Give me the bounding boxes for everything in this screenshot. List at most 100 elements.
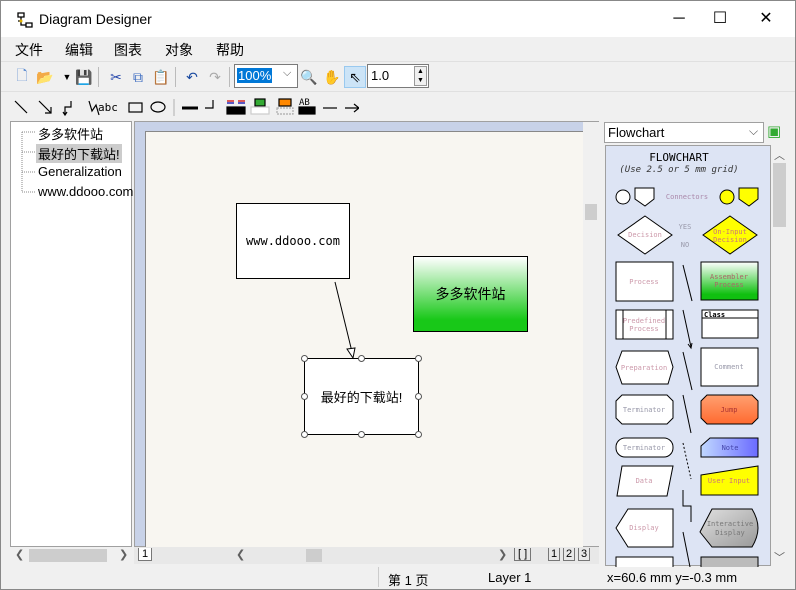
- line-tool-icon[interactable]: [14, 100, 28, 114]
- scroll-left-icon[interactable]: ❮: [15, 548, 24, 561]
- palette-label: Jump: [721, 406, 738, 414]
- minimize-button[interactable]: ─: [656, 1, 702, 37]
- palette-select[interactable]: Flowchart ⌵: [604, 122, 764, 143]
- palette-label: Display: [715, 529, 745, 537]
- new-icon[interactable]: 🗋: [11, 66, 33, 88]
- undo-icon[interactable]: ↶: [181, 66, 203, 88]
- connector-yellow-shape[interactable]: [719, 189, 735, 205]
- scrollbar-thumb[interactable]: [29, 549, 107, 562]
- scrollbar-thumb[interactable]: [585, 204, 597, 220]
- maximize-button[interactable]: ☐: [697, 1, 743, 37]
- menu-object[interactable]: 对象: [165, 40, 193, 60]
- scroll-right-icon[interactable]: ❯: [119, 548, 128, 561]
- page-tab[interactable]: 1: [138, 548, 153, 561]
- resize-handle[interactable]: [301, 355, 308, 362]
- rectangle-tool-icon[interactable]: [128, 102, 143, 113]
- save-icon[interactable]: 💾: [73, 66, 95, 88]
- tree-item-selected[interactable]: 最好的下载站!: [36, 144, 122, 163]
- redo-icon[interactable]: ↷: [204, 66, 226, 88]
- arrow-tool-icon[interactable]: [38, 100, 52, 114]
- font-color-icon[interactable]: AB: [299, 98, 310, 108]
- app-logo-icon: [17, 12, 33, 28]
- scroll-down-icon[interactable]: ﹀: [774, 549, 785, 565]
- menu-edit[interactable]: 编辑: [65, 40, 93, 60]
- title-bar: Diagram Designer ─ ☐ ✕: [1, 1, 795, 37]
- scrollbar-thumb[interactable]: [306, 549, 322, 562]
- palette-library-icon[interactable]: ▣: [767, 122, 781, 140]
- menu-diagram[interactable]: 图表: [114, 40, 142, 60]
- palette-vertical-scrollbar[interactable]: ︿ ﹀: [771, 145, 788, 566]
- status-bar: 第 1 页 Layer 1 x=60.6 mm y=-0.3 mm: [10, 567, 788, 588]
- status-layer: Layer 1: [488, 570, 532, 585]
- palette-subtitle: (Use 2.5 or 5 mm grid): [619, 165, 738, 175]
- offpage-connector-yellow-shape[interactable]: [738, 187, 759, 207]
- palette-label: Display: [629, 524, 659, 532]
- zoom-value: 100%: [237, 68, 273, 83]
- palette-label: Class: [704, 311, 725, 319]
- layer-tab[interactable]: 2: [563, 548, 576, 561]
- line-shape[interactable]: [682, 264, 693, 302]
- object-tree: 多多软件站 最好的下载站! Generalization www.ddooo.c…: [10, 121, 135, 565]
- menu-help[interactable]: 帮助: [216, 40, 244, 60]
- palette-label: YES: [679, 223, 692, 231]
- tree-item[interactable]: 多多软件站: [36, 124, 105, 143]
- tree-horizontal-scrollbar[interactable]: ❮ ❯: [11, 547, 131, 564]
- palette-title: FLOWCHART: [649, 151, 709, 164]
- palette-label: Decision: [713, 236, 747, 244]
- resize-handle[interactable]: [415, 393, 422, 400]
- resize-handle[interactable]: [415, 355, 422, 362]
- zoom-magnifier-icon[interactable]: 🔍: [298, 66, 320, 88]
- palette-label: Interactive: [707, 520, 753, 528]
- scrollbar-thumb[interactable]: [773, 163, 786, 227]
- interactive-display-shape[interactable]: [699, 508, 759, 548]
- resize-handle[interactable]: [301, 431, 308, 438]
- layer-tab[interactable]: 1: [548, 548, 561, 561]
- line-end-icon[interactable]: [205, 100, 214, 109]
- cut-icon[interactable]: ✂: [105, 66, 127, 88]
- scroll-up-icon[interactable]: ︿: [774, 147, 785, 163]
- drawing-toolbar: abc AB: [1, 91, 795, 121]
- resize-handle[interactable]: [358, 431, 365, 438]
- menu-bar: 文件 编辑 图表 对象 帮助: [1, 37, 795, 61]
- palette-label: Process: [714, 281, 744, 289]
- text-tool-icon[interactable]: abc: [98, 101, 118, 114]
- palette-label: Process: [629, 325, 659, 333]
- offpage-connector-shape[interactable]: [634, 187, 655, 207]
- tree-item[interactable]: Generalization: [36, 164, 124, 179]
- spinner-arrows-icon[interactable]: ▲ ▼: [414, 66, 427, 86]
- resize-handle[interactable]: [301, 393, 308, 400]
- diagram-page[interactable]: www.ddooo.com 多多软件站 最好的下载站!: [145, 131, 583, 551]
- palette-label: Decision: [628, 231, 662, 239]
- palette-label: Process: [629, 278, 659, 286]
- shape-palette: FLOWCHART (Use 2.5 or 5 mm grid) Connect…: [605, 145, 771, 567]
- chevron-down-icon: ⌵: [749, 124, 759, 138]
- connector-shape[interactable]: [615, 189, 631, 205]
- open-icon[interactable]: 📂: [34, 66, 56, 88]
- layer-tab[interactable]: 3: [578, 548, 591, 561]
- arrow-shape[interactable]: [682, 309, 693, 350]
- scroll-right-icon[interactable]: ❯: [498, 548, 507, 561]
- pan-hand-icon[interactable]: ✋: [321, 66, 343, 88]
- palette-label: Preparation: [621, 364, 667, 372]
- close-button[interactable]: ✕: [743, 1, 789, 37]
- resize-handle[interactable]: [415, 431, 422, 438]
- select-pointer-icon[interactable]: ⇖: [344, 66, 366, 88]
- tree-item[interactable]: www.ddooo.com: [36, 184, 135, 199]
- ellipse-tool-icon[interactable]: [150, 101, 166, 113]
- paste-icon[interactable]: 📋: [150, 66, 172, 88]
- copy-icon[interactable]: ⧉: [127, 66, 149, 88]
- resize-handle[interactable]: [358, 355, 365, 362]
- canvas-bottom-bar: 1 ❮ ❯ [ ] 1 2 3: [134, 547, 599, 564]
- scroll-left-icon[interactable]: ❮: [236, 548, 245, 561]
- line-width-value: 1.0: [371, 68, 390, 83]
- layer-tab-all[interactable]: [ ]: [514, 548, 532, 561]
- line-width-spinner[interactable]: 1.0 ▲ ▼: [367, 64, 429, 88]
- connector-tool-icon[interactable]: [62, 101, 72, 117]
- palette-label: Comment: [714, 363, 744, 371]
- zoom-select[interactable]: 100% ⌵: [234, 64, 298, 88]
- connector-arrow[interactable]: [146, 132, 584, 552]
- canvas-vertical-scrollbar[interactable]: [583, 122, 599, 546]
- menu-file[interactable]: 文件: [15, 40, 43, 60]
- status-coordinates: x=60.6 mm y=-0.3 mm: [607, 570, 738, 585]
- palette-label: Terminator: [623, 406, 665, 414]
